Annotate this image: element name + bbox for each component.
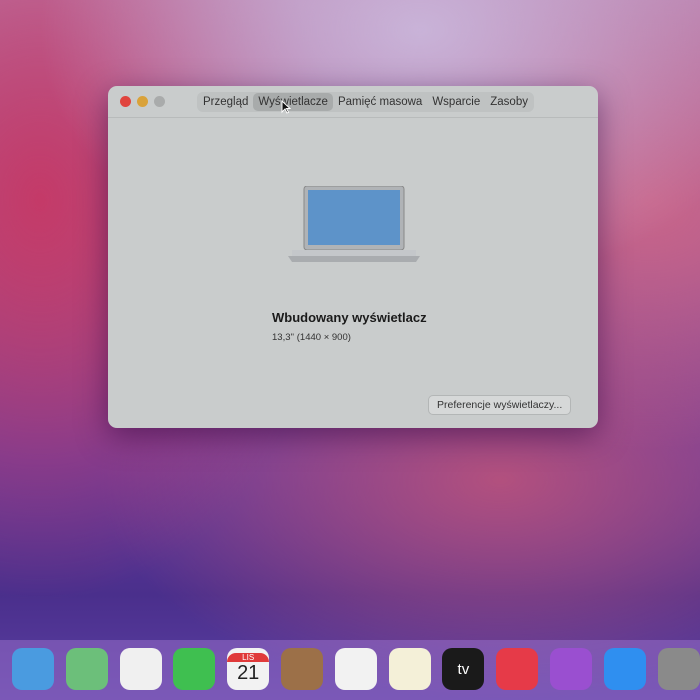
close-button[interactable]: [120, 96, 131, 107]
calendar-month: LIS: [227, 653, 270, 662]
calendar-icon[interactable]: LIS 21: [227, 648, 270, 690]
calendar-day: 21: [237, 662, 260, 684]
mouse-cursor-icon: [281, 100, 291, 114]
contacts-icon[interactable]: [281, 648, 323, 690]
tab-support[interactable]: Wsparcie: [427, 93, 485, 111]
tv-icon[interactable]: tv: [442, 648, 485, 690]
facetime-icon[interactable]: [173, 648, 216, 690]
title-bar: Przegląd Wyświetlacze Pamięć masowa Wspa…: [108, 86, 598, 118]
podcasts-icon[interactable]: [550, 648, 592, 690]
display-preferences-button[interactable]: Preferencje wyświetlaczy...: [428, 395, 572, 415]
notes-icon[interactable]: [388, 648, 431, 690]
tab-bar: Przegląd Wyświetlacze Pamięć masowa Wspa…: [197, 91, 534, 112]
tab-overview[interactable]: Przegląd: [198, 93, 253, 111]
zoom-button[interactable]: [154, 96, 165, 107]
maps-icon[interactable]: [65, 648, 108, 690]
laptop-icon: [288, 186, 420, 262]
app-store-icon[interactable]: [603, 648, 646, 690]
system-info-window: Przegląd Wyświetlacze Pamięć masowa Wspa…: [108, 86, 598, 428]
mail-icon[interactable]: [12, 648, 54, 690]
tab-resources[interactable]: Zasoby: [485, 93, 533, 111]
photos-icon[interactable]: [119, 648, 162, 690]
minimize-button[interactable]: [137, 96, 148, 107]
tv-label: tv: [457, 660, 470, 678]
system-preferences-icon[interactable]: [657, 648, 700, 690]
display-spec: 13,3'' (1440 × 900): [272, 332, 351, 343]
reminders-icon[interactable]: [334, 648, 377, 690]
tab-storage[interactable]: Pamięć masowa: [333, 93, 427, 111]
music-icon[interactable]: [496, 648, 539, 690]
display-name: Wbudowany wyświetlacz: [272, 310, 427, 325]
tab-displays[interactable]: Wyświetlacze: [253, 92, 333, 111]
